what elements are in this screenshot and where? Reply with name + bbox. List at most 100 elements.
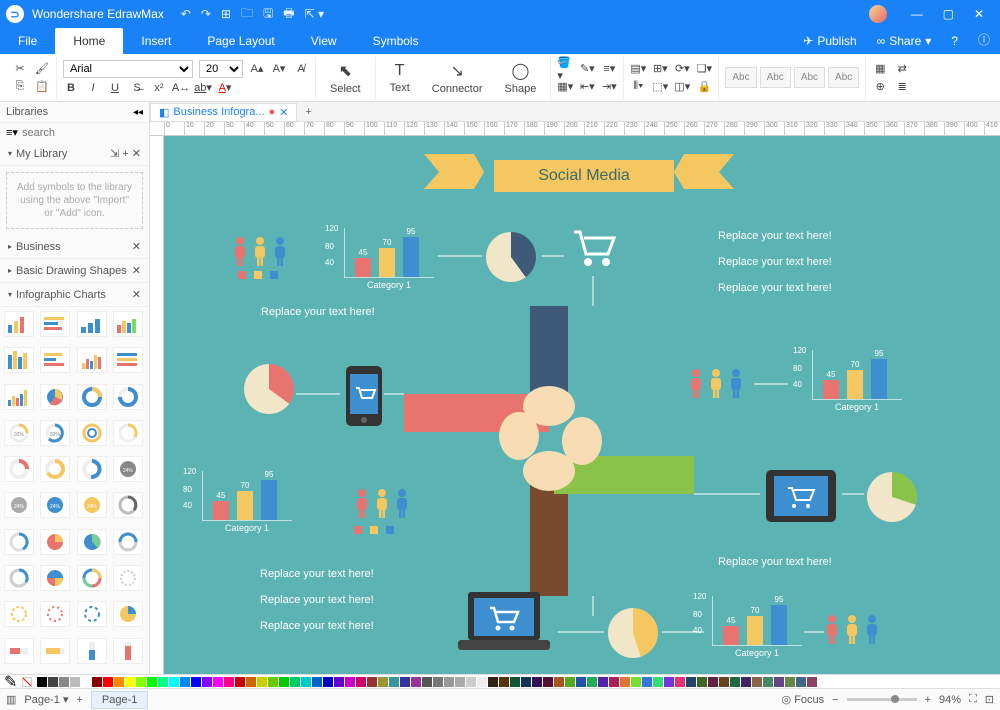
clear-format-icon[interactable]: A̸ xyxy=(293,61,309,77)
color-swatch[interactable] xyxy=(807,677,817,687)
color-swatch[interactable] xyxy=(697,677,707,687)
bar-chart[interactable]: 120 80 40 45 70 95 Category 1 xyxy=(812,350,902,412)
replace-icon[interactable]: ⇄ xyxy=(894,61,910,77)
color-swatch[interactable] xyxy=(48,677,58,687)
increase-font-icon[interactable]: A▴ xyxy=(249,61,265,77)
document-tab[interactable]: ◧ Business Infogra... ● ✕ xyxy=(150,103,297,121)
color-swatch[interactable] xyxy=(763,677,773,687)
color-swatch[interactable] xyxy=(367,677,377,687)
color-swatch[interactable] xyxy=(730,677,740,687)
color-swatch[interactable] xyxy=(378,677,388,687)
color-swatch[interactable] xyxy=(543,677,553,687)
shape-thumb[interactable] xyxy=(113,529,143,555)
color-swatch[interactable] xyxy=(785,677,795,687)
outline-view-icon[interactable]: ▥ xyxy=(6,693,16,706)
user-avatar[interactable] xyxy=(869,5,887,23)
shape-thumb[interactable] xyxy=(113,565,143,591)
shape-tool[interactable]: ◯Shape xyxy=(497,61,545,95)
close-tab-icon[interactable]: ✕ xyxy=(279,106,288,119)
replace-text[interactable]: Replace your text here! xyxy=(260,568,374,580)
font-name-select[interactable]: Arial xyxy=(63,60,193,78)
cut-icon[interactable]: ✂ xyxy=(12,61,28,77)
shape-thumb[interactable] xyxy=(4,311,34,337)
color-swatch[interactable] xyxy=(191,677,201,687)
text-tool[interactable]: TText xyxy=(382,62,418,94)
paste-icon[interactable]: 📋 xyxy=(34,79,50,95)
bar-chart[interactable]: 120 80 40 45 70 95 Category 1 xyxy=(712,596,802,658)
category-basic-shapes[interactable]: ▸Basic Drawing Shapes✕ xyxy=(0,259,149,283)
align-icon[interactable]: ▤▾ xyxy=(630,61,646,77)
text-spacing-icon[interactable]: A↔ xyxy=(173,80,189,96)
bar-chart[interactable]: 120 80 40 45 70 95 Category 1 xyxy=(344,228,434,290)
color-swatch[interactable] xyxy=(642,677,652,687)
font-size-select[interactable]: 20 xyxy=(199,60,243,78)
tab-symbols[interactable]: Symbols xyxy=(355,28,437,54)
category-infographic[interactable]: ▾Infographic Charts✕ xyxy=(0,283,149,307)
color-swatch[interactable] xyxy=(169,677,179,687)
color-swatch[interactable] xyxy=(477,677,487,687)
superscript-icon[interactable]: x² xyxy=(151,80,167,96)
fit-page-icon[interactable]: ⛶ xyxy=(969,693,977,706)
color-swatch[interactable] xyxy=(301,677,311,687)
zoom-out-icon[interactable]: − xyxy=(832,694,838,706)
shape-thumb[interactable] xyxy=(113,492,143,518)
shape-thumb[interactable] xyxy=(40,384,70,410)
italic-icon[interactable]: I xyxy=(85,80,101,96)
color-swatch[interactable] xyxy=(334,677,344,687)
page-tab[interactable]: Page-1 xyxy=(91,691,148,709)
open-icon[interactable]: 🗀 xyxy=(241,4,253,25)
library-options-icon[interactable]: ≡▾ xyxy=(6,126,18,139)
share-button[interactable]: ∞ Share ▾ xyxy=(867,28,942,54)
strike-icon[interactable]: S̶ xyxy=(129,80,145,96)
category-my-library[interactable]: ▾My Library ⇲ + ✕ xyxy=(0,142,149,166)
lock-icon[interactable]: 🔒 xyxy=(696,79,712,95)
color-swatch[interactable] xyxy=(532,677,542,687)
color-swatch[interactable] xyxy=(422,677,432,687)
select-tool[interactable]: ⬉Select xyxy=(322,61,369,95)
pie-chart[interactable] xyxy=(244,364,294,414)
new-tab-icon[interactable]: + xyxy=(297,106,319,118)
shape-thumb[interactable] xyxy=(4,456,34,482)
connector-tool[interactable]: ↘Connector xyxy=(424,61,491,95)
help-icon[interactable]: ? xyxy=(941,28,968,54)
shape-thumb[interactable]: 24% xyxy=(77,492,107,518)
tab-view[interactable]: View xyxy=(293,28,355,54)
shape-thumb[interactable] xyxy=(77,384,107,410)
color-swatch[interactable] xyxy=(444,677,454,687)
shape-thumb[interactable] xyxy=(40,456,70,482)
shape-thumb[interactable] xyxy=(113,638,143,664)
arrow-end-icon[interactable]: ⇥▾ xyxy=(601,79,617,95)
color-swatch[interactable] xyxy=(312,677,322,687)
canvas[interactable]: Social Media Replace your text here! Rep… xyxy=(164,136,1000,674)
line-color-icon[interactable]: ✎▾ xyxy=(579,61,595,77)
style-preset-4[interactable]: Abc xyxy=(828,67,859,88)
zoom-slider[interactable] xyxy=(847,698,917,701)
bar-chart[interactable]: 120 80 40 45 70 95 Category 1 xyxy=(202,471,292,533)
color-swatch[interactable] xyxy=(598,677,608,687)
people-icons[interactable] xyxy=(354,488,410,518)
bold-icon[interactable]: B xyxy=(63,80,79,96)
color-swatch[interactable] xyxy=(653,677,663,687)
color-swatch[interactable] xyxy=(180,677,190,687)
shape-thumb[interactable]: 92% xyxy=(4,420,34,446)
shape-thumb[interactable] xyxy=(77,311,107,337)
color-swatch[interactable] xyxy=(708,677,718,687)
shape-thumb[interactable] xyxy=(77,529,107,555)
decrease-font-icon[interactable]: A▾ xyxy=(271,61,287,77)
replace-text[interactable]: Replace your text here! xyxy=(261,306,375,318)
color-swatch[interactable] xyxy=(664,677,674,687)
shopping-cart-icon[interactable] xyxy=(568,226,618,270)
menu-collapse-icon[interactable]: ⓘ xyxy=(968,25,1000,54)
banner-title[interactable]: Social Media xyxy=(494,160,674,192)
color-swatch[interactable] xyxy=(268,677,278,687)
shape-thumb[interactable] xyxy=(40,565,70,591)
people-icons[interactable] xyxy=(688,368,744,398)
shape-thumb[interactable] xyxy=(4,638,34,664)
color-swatch[interactable] xyxy=(719,677,729,687)
zoom-in-icon[interactable]: + xyxy=(925,694,931,706)
color-swatch[interactable] xyxy=(389,677,399,687)
order-icon[interactable]: ❏▾ xyxy=(696,61,712,77)
color-swatch[interactable] xyxy=(257,677,267,687)
import-icon[interactable]: ⇲ xyxy=(110,147,119,160)
color-swatch[interactable] xyxy=(246,677,256,687)
